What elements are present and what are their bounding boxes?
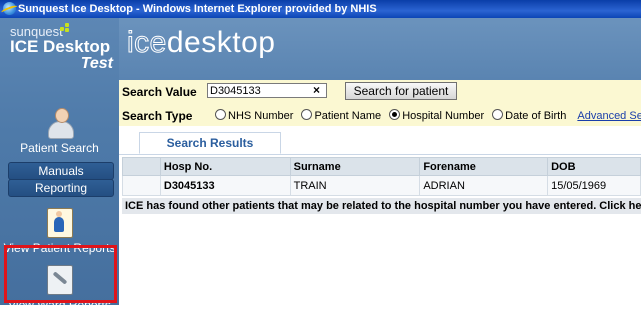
manuals-button[interactable]: Manuals — [8, 162, 114, 180]
app-header: icedesktop — [119, 18, 641, 80]
radio-label: Hospital Number — [402, 110, 485, 122]
table-cell-surname[interactable]: TRAIN — [289, 175, 421, 196]
table-cell-hosp-no[interactable]: D3045133 — [159, 175, 291, 196]
radio-nhs-number[interactable]: NHS Number — [215, 109, 294, 122]
brand-desktop: desktop — [166, 26, 276, 59]
radio-label: NHS Number — [228, 110, 294, 122]
table-cell-dob[interactable]: 15/05/1969 — [547, 175, 641, 196]
search-value-input[interactable] — [207, 83, 327, 98]
tab-bar: Search Results — [119, 126, 641, 155]
view-patient-reports-label: View Patient Reports — [3, 241, 116, 255]
radio-icon[interactable] — [215, 109, 226, 120]
radio-icon[interactable] — [301, 109, 313, 120]
table-row[interactable]: D3045133 TRAIN ADRIAN 15/05/1969 — [122, 175, 641, 196]
column-header — [122, 157, 161, 176]
column-header[interactable]: Hosp No. — [159, 157, 291, 176]
patient-search-label: Patient Search — [20, 141, 99, 155]
results-table: Hosp No. Surname Forename DOB D3045133 T… — [122, 157, 641, 196]
internet-explorer-icon — [3, 2, 16, 15]
radio-icon[interactable] — [492, 109, 504, 120]
column-header[interactable]: Forename — [419, 157, 549, 176]
radio-label: Date of Birth — [505, 110, 567, 122]
reporting-button[interactable]: Reporting — [8, 179, 114, 197]
logo-ice-desktop: ICE Desktop — [10, 37, 111, 56]
search-type-options: NHS Number Patient Name Hospital Number … — [215, 109, 641, 122]
search-value-label: Search Value — [122, 85, 197, 99]
related-patients-notice[interactable]: ICE has found other patients that may be… — [122, 198, 641, 214]
radio-patient-name[interactable]: Patient Name — [301, 109, 382, 122]
radio-label: Patient Name — [314, 110, 382, 122]
patient-search-icon — [45, 108, 75, 139]
tab-search-results[interactable]: Search Results — [139, 132, 281, 154]
column-header[interactable]: DOB — [547, 157, 641, 176]
view-patient-reports-link[interactable]: View Patient Reports — [0, 208, 119, 255]
radio-hospital-number[interactable]: Hospital Number — [389, 109, 485, 122]
table-cell-forename[interactable]: ADRIAN — [419, 175, 549, 196]
table-cell — [122, 175, 161, 196]
logo-test: Test — [80, 55, 113, 72]
ward-report-icon — [46, 265, 73, 295]
advanced-search-link[interactable]: Advanced Search — [577, 110, 641, 122]
clear-search-icon[interactable]: × — [313, 83, 320, 97]
radio-selected-icon[interactable] — [389, 109, 401, 120]
search-panel: Search Value × Search for patient Search… — [119, 80, 641, 126]
window-title-bar: Sunquest Ice Desktop - Windows Internet … — [0, 0, 641, 18]
table-header-row: Hosp No. Surname Forename DOB — [122, 157, 641, 176]
radio-date-of-birth[interactable]: Date of Birth — [492, 109, 567, 122]
search-for-patient-button[interactable]: Search for patient — [345, 82, 457, 100]
window-title: Sunquest Ice Desktop - Windows Internet … — [18, 3, 377, 15]
view-ward-reports-label: View Ward Reports — [8, 298, 111, 312]
patient-report-icon — [46, 208, 73, 238]
column-header[interactable]: Surname — [289, 157, 421, 176]
brand-ice: ice — [127, 26, 167, 60]
logo-dots-icon — [60, 23, 70, 33]
patient-search-link[interactable]: Patient Search — [0, 108, 119, 155]
sidebar: sunquest ICE Desktop Test Patient Search… — [0, 18, 119, 312]
search-type-label: Search Type — [122, 109, 193, 123]
brand-logo: icedesktop — [127, 26, 275, 60]
